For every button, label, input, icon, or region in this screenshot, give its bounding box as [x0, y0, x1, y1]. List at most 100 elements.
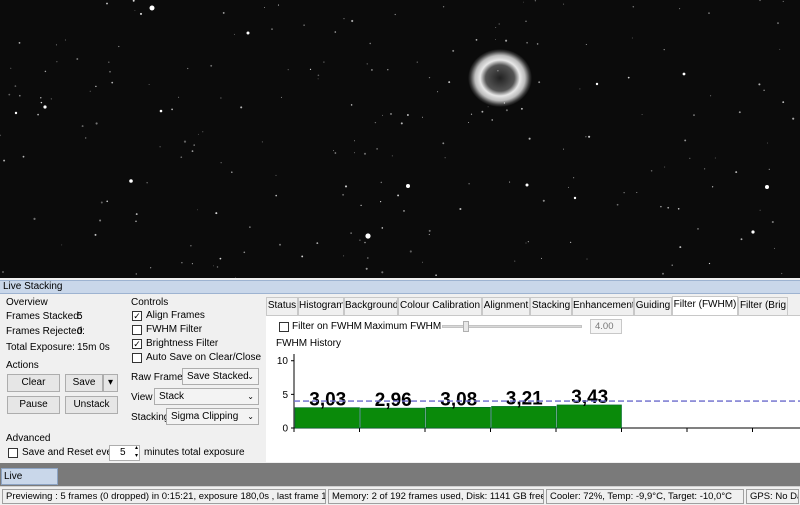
save-reset-stepper[interactable]: 5 ▴ ▾ — [109, 445, 140, 461]
star — [792, 117, 795, 120]
filter-on-fwhm-checkbox[interactable] — [279, 322, 289, 332]
star — [264, 7, 265, 9]
total-exposure-label: Total Exposure: — [6, 342, 75, 353]
tab-guiding[interactable]: Guiding — [634, 297, 672, 315]
star — [714, 157, 716, 159]
star — [146, 182, 148, 184]
tab-filter-fwhm[interactable]: Filter (FWHM) — [672, 296, 738, 316]
star — [682, 72, 686, 76]
tab-histogram[interactable]: Histogram — [298, 297, 344, 315]
star — [343, 255, 345, 257]
fwhm-bar — [556, 404, 622, 429]
star — [767, 142, 769, 144]
star — [588, 135, 591, 138]
star — [279, 243, 281, 246]
fwhm-filter-label: FWHM Filter — [146, 324, 203, 335]
left-controls: Overview Frames Stacked: 5 Frames Reject… — [0, 295, 265, 462]
star — [280, 96, 282, 98]
star — [586, 258, 588, 260]
star — [403, 210, 405, 212]
star — [663, 48, 665, 51]
star — [351, 19, 354, 23]
tab-colour-calibration[interactable]: Colour Calibration — [398, 297, 482, 315]
star — [180, 156, 183, 159]
raw-frames-select[interactable]: Save Stacked ⌄ — [182, 368, 259, 385]
live-image-view[interactable] — [0, 0, 800, 278]
raw-frames-label: Raw Frames — [131, 372, 188, 383]
stacking-select[interactable]: Sigma Clipping ⌄ — [166, 408, 259, 425]
view-select[interactable]: Stack ⌄ — [154, 388, 259, 405]
tab-background[interactable]: Background — [344, 297, 398, 315]
star — [374, 121, 377, 124]
star — [246, 31, 250, 35]
fwhm-bar — [294, 407, 360, 429]
star — [459, 207, 462, 211]
dock-bar: Live Stacking — [0, 463, 800, 497]
star — [215, 212, 218, 215]
stepper-arrows-icon[interactable]: ▴ ▾ — [135, 444, 138, 460]
bar-value-label: 3,08 — [440, 389, 477, 410]
fwhm-bar — [425, 406, 491, 429]
star — [108, 61, 110, 63]
star — [10, 67, 12, 69]
save-reset-checkbox[interactable] — [8, 448, 18, 458]
star — [406, 114, 409, 116]
star — [738, 111, 741, 114]
unstack-button[interactable]: Unstack — [65, 396, 118, 414]
star — [275, 174, 277, 176]
save-button[interactable]: Save — [65, 374, 103, 392]
star — [334, 152, 337, 154]
star — [99, 219, 102, 222]
fwhm-history-chart: 10503,03 2,96 3,08 3,21 3,43 — [277, 354, 800, 435]
y-tick-label: 0 — [282, 424, 288, 435]
star — [641, 114, 643, 116]
star — [159, 146, 161, 148]
pause-button[interactable]: Pause — [7, 396, 60, 414]
star — [18, 94, 21, 97]
star — [61, 244, 63, 246]
star — [342, 193, 345, 196]
tab-filter-brig[interactable]: Filter (Brig — [738, 297, 788, 315]
star — [210, 64, 213, 67]
panel-title: Live Stacking — [0, 280, 800, 294]
brightness-filter-checkbox[interactable]: ✓ — [132, 339, 142, 349]
star — [181, 262, 183, 264]
tab-alignment[interactable]: Alignment — [482, 297, 530, 315]
clear-button[interactable]: Clear — [7, 374, 60, 392]
auto-save-checkbox[interactable] — [132, 353, 142, 363]
star — [468, 182, 470, 185]
star — [109, 70, 111, 73]
star — [50, 98, 52, 100]
star — [585, 136, 587, 138]
tab-status[interactable]: Status — [266, 297, 298, 315]
fwhm-filter-checkbox[interactable] — [132, 325, 142, 335]
star — [503, 102, 506, 104]
star — [416, 61, 418, 63]
star — [249, 226, 251, 228]
star — [193, 144, 195, 146]
star — [148, 84, 150, 85]
tab-enhancement[interactable]: Enhancement — [572, 297, 634, 315]
slider-thumb[interactable] — [463, 321, 469, 332]
dock-tab-live-stacking[interactable]: Live Stacking — [1, 468, 58, 497]
star — [231, 171, 233, 173]
star — [334, 31, 337, 33]
align-frames-checkbox[interactable]: ✓ — [132, 311, 142, 321]
star — [475, 39, 478, 41]
star — [394, 13, 396, 16]
star — [187, 67, 189, 70]
tab-stacking[interactable]: Stacking — [530, 297, 572, 315]
star — [428, 233, 430, 236]
save-dropdown-button[interactable]: ▾ — [103, 374, 118, 392]
star — [390, 113, 392, 115]
star — [240, 106, 243, 109]
star — [679, 246, 682, 249]
star — [563, 148, 565, 150]
star — [735, 171, 738, 174]
star — [563, 3, 565, 5]
max-fwhm-input[interactable]: 4.00 — [590, 319, 622, 334]
auto-save-label: Auto Save on Clear/Close — [146, 352, 262, 363]
star — [359, 239, 361, 241]
max-fwhm-slider[interactable] — [442, 321, 582, 332]
star — [134, 9, 136, 11]
